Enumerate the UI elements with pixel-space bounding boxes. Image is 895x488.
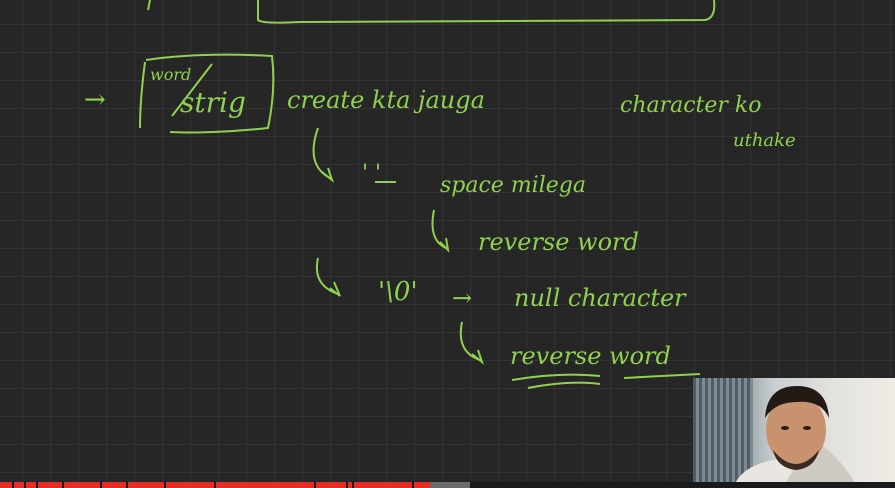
chapter-marker — [126, 482, 128, 488]
chapter-marker — [346, 482, 348, 488]
line1-text: create kta jauga — [287, 86, 485, 114]
line1-tail2: uthake — [733, 130, 796, 151]
line4-arrow: → — [452, 284, 472, 312]
presenter-avatar — [733, 386, 858, 488]
chapter-marker — [314, 482, 316, 488]
box-main-label: strig — [180, 86, 246, 119]
underline-reverse — [511, 373, 601, 389]
box-top-label: word — [150, 65, 191, 84]
line1-tail: character ko — [620, 93, 762, 118]
chapter-marker — [100, 482, 102, 488]
chapter-marker — [412, 482, 414, 488]
line2-text: space milega — [440, 173, 586, 198]
webcam-overlay — [693, 378, 895, 488]
line4-char: '\0' — [378, 277, 418, 307]
underline-word — [623, 373, 701, 379]
chapter-marker — [352, 482, 354, 488]
video-progress-bar[interactable] — [0, 482, 895, 488]
line4-text: null character — [514, 284, 687, 312]
chapter-marker — [164, 482, 166, 488]
chapter-marker — [214, 482, 216, 488]
branch-arrow-3 — [316, 257, 341, 297]
chapter-marker — [24, 482, 26, 488]
top-stroke — [147, 0, 151, 11]
line5-text: reverse word — [510, 342, 671, 370]
branch-arrow-2 — [431, 209, 450, 253]
chapter-marker — [62, 482, 64, 488]
chapter-marker — [12, 482, 14, 488]
top-box-remnant — [257, 0, 716, 24]
chapter-marker — [36, 482, 38, 488]
branch-arrow-4 — [459, 321, 485, 365]
bullet-arrow: → — [84, 85, 106, 115]
line3-text: reverse word — [478, 228, 639, 256]
branch-arrow-1 — [312, 127, 335, 183]
